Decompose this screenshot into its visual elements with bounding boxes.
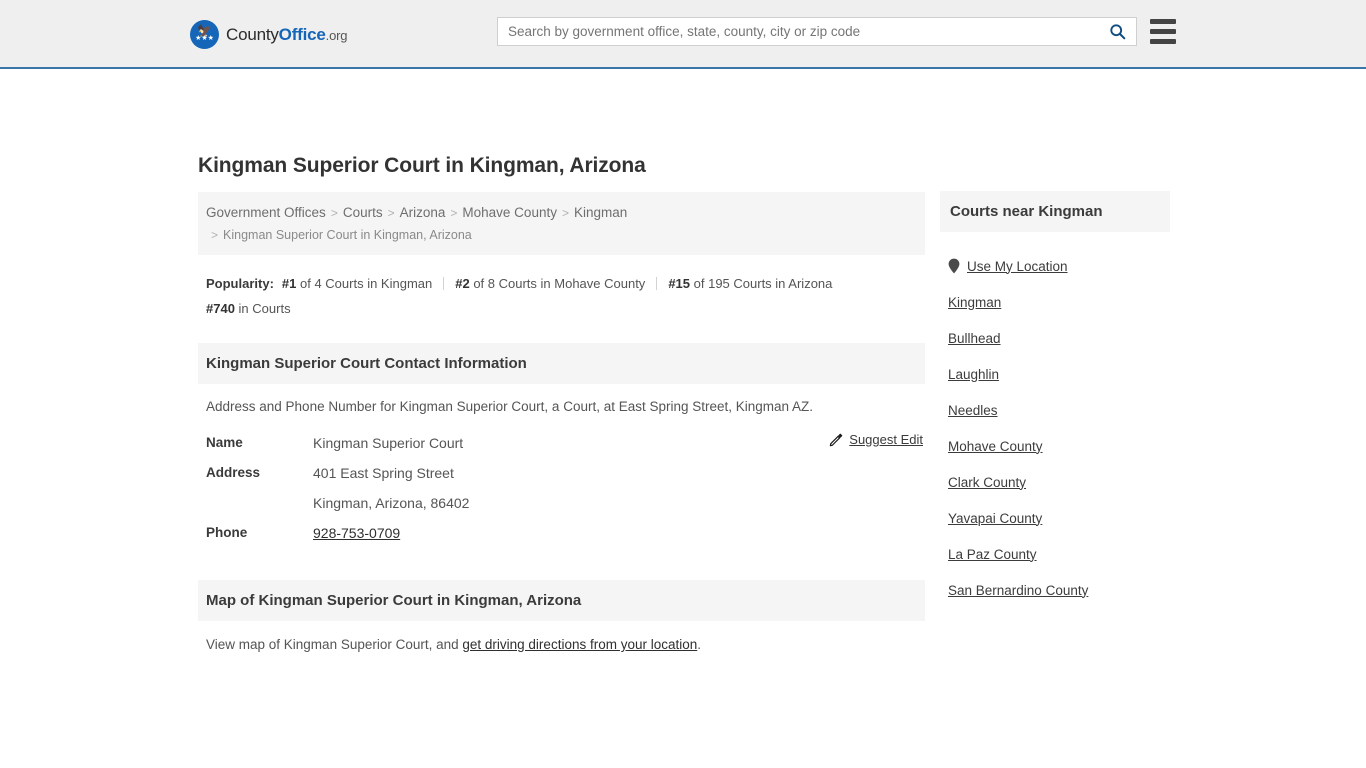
use-my-location-link[interactable]: Use My Location xyxy=(967,259,1068,274)
search-bar[interactable] xyxy=(497,17,1137,46)
site-header: 🦅 ★★★ CountyOffice.org xyxy=(0,0,1366,69)
table-row: Phone 928-753-0709 xyxy=(206,518,925,548)
detail-value-name: Kingman Superior Court xyxy=(313,435,464,451)
sidebar-item-yavapai-county[interactable]: Yavapai County xyxy=(948,500,1170,536)
edit-pencil-icon xyxy=(830,433,843,446)
sidebar-link[interactable]: Bullhead xyxy=(948,331,1001,346)
detail-key-blank xyxy=(206,488,313,518)
breadcrumb-item-kingman[interactable]: Kingman xyxy=(574,205,627,220)
breadcrumb-line-1: Government Offices > Courts > Arizona > Mohave… xyxy=(206,204,627,221)
eagle-seal-icon: 🦅 ★★★ xyxy=(190,20,219,49)
popularity-text-3: of 195 Courts in Arizona xyxy=(693,276,833,291)
breadcrumb-item-government-offices[interactable]: Government Offices xyxy=(206,205,326,220)
suggest-edit-button[interactable]: Suggest Edit xyxy=(829,432,923,447)
popularity-divider xyxy=(443,277,445,290)
sidebar-link[interactable]: San Bernardino County xyxy=(948,583,1088,598)
sidebar: Courts near Kingman Use My Location King… xyxy=(940,191,1170,608)
contact-section-description: Address and Phone Number for Kingman Sup… xyxy=(206,399,814,414)
sidebar-link[interactable]: La Paz County xyxy=(948,547,1037,562)
sidebar-item-san-bernardino-county[interactable]: San Bernardino County xyxy=(948,572,1170,608)
sidebar-item-needles[interactable]: Needles xyxy=(948,392,1170,428)
detail-value-address-line2: Kingman, Arizona, 86402 xyxy=(313,495,470,511)
breadcrumb-item-arizona[interactable]: Arizona xyxy=(400,205,446,220)
main-content: Kingman Superior Court in Kingman, Arizo… xyxy=(198,154,925,652)
detail-value-phone: 928-753-0709 xyxy=(313,518,400,548)
popularity-rank-1: #1 xyxy=(281,276,297,291)
breadcrumb-line-2: > Kingman Superior Court in Kingman, Ariz… xyxy=(206,226,472,243)
popularity-item-1: #1 of 4 Courts in Kingman xyxy=(282,276,432,291)
popularity-divider xyxy=(656,277,658,290)
sidebar-link[interactable]: Mohave County xyxy=(948,439,1043,454)
sidebar-link[interactable]: Needles xyxy=(948,403,998,418)
search-icon xyxy=(1109,24,1125,40)
popularity-text-2: of 8 Courts in Mohave County xyxy=(473,276,646,291)
breadcrumb-separator: > xyxy=(330,206,338,220)
logo-text: CountyOffice.org xyxy=(226,25,347,45)
breadcrumb-item-mohave-county[interactable]: Mohave County xyxy=(462,205,557,220)
site-logo[interactable]: 🦅 ★★★ CountyOffice.org xyxy=(190,20,347,49)
sidebar-item-use-my-location[interactable]: Use My Location xyxy=(948,248,1170,284)
map-desc-after: . xyxy=(697,637,702,652)
menu-bar-3 xyxy=(1150,39,1176,44)
popularity-label: Popularity: xyxy=(206,276,274,291)
sidebar-item-bullhead[interactable]: Bullhead xyxy=(948,320,1170,356)
search-input[interactable] xyxy=(498,18,1098,45)
popularity-rank-2: #2 xyxy=(455,276,470,291)
map-section-description: View map of Kingman Superior Court, and … xyxy=(198,637,925,652)
logo-text-office: Office xyxy=(278,24,326,44)
logo-text-org: .org xyxy=(325,27,348,43)
search-button[interactable] xyxy=(1098,18,1136,45)
sidebar-item-laughlin[interactable]: Laughlin xyxy=(948,356,1170,392)
sidebar-link[interactable]: Kingman xyxy=(948,295,1001,310)
phone-link[interactable]: 928-753-0709 xyxy=(313,525,400,541)
popularity-bar: Popularity: #1 of 4 Courts in Kingman #2 o… xyxy=(198,271,925,321)
sidebar-item-la-paz-county[interactable]: La Paz County xyxy=(948,536,1170,572)
popularity-rank-4: #740 xyxy=(206,301,235,316)
popularity-text-4: in Courts xyxy=(238,301,291,316)
table-row: Kingman, Arizona, 86402 xyxy=(206,488,925,518)
driving-directions-link[interactable]: get driving directions from your locatio… xyxy=(462,637,697,652)
breadcrumb-item-courts[interactable]: Courts xyxy=(343,205,383,220)
breadcrumb-current: Kingman Superior Court in Kingman, Arizo… xyxy=(223,228,472,242)
table-row: Address 401 East Spring Street xyxy=(206,458,925,488)
menu-bar-1 xyxy=(1150,19,1176,24)
breadcrumb-separator: > xyxy=(561,206,569,220)
menu-bar-2 xyxy=(1150,29,1176,34)
breadcrumb-separator: > xyxy=(211,228,219,242)
page-title: Kingman Superior Court in Kingman, Arizo… xyxy=(198,154,646,177)
sidebar-link[interactable]: Laughlin xyxy=(948,367,999,382)
breadcrumb-separator: > xyxy=(387,206,395,220)
detail-value-address-line1: 401 East Spring Street xyxy=(313,465,454,481)
popularity-item-2: #2 of 8 Courts in Mohave County xyxy=(455,276,645,291)
popularity-text-1: of 4 Courts in Kingman xyxy=(300,276,433,291)
sidebar-heading: Courts near Kingman xyxy=(940,191,1170,232)
map-pin-icon xyxy=(948,258,960,274)
contact-detail-table: Name Kingman Superior Court Address 401 … xyxy=(198,428,925,548)
popularity-item-3: #15 of 195 Courts in Arizona xyxy=(668,276,832,291)
logo-text-county: County xyxy=(226,24,279,44)
sidebar-item-kingman[interactable]: Kingman xyxy=(948,284,1170,320)
sidebar-link[interactable]: Clark County xyxy=(948,475,1026,490)
sidebar-item-clark-county[interactable]: Clark County xyxy=(948,464,1170,500)
detail-key-name: Name xyxy=(206,435,243,450)
map-desc-before: View map of Kingman Superior Court, and xyxy=(206,637,463,652)
contact-section-heading: Kingman Superior Court Contact Informati… xyxy=(198,343,925,384)
map-section-heading: Map of Kingman Superior Court in Kingman… xyxy=(198,580,925,621)
popularity-item-4: #740 in Courts xyxy=(206,301,291,316)
hamburger-menu-icon[interactable] xyxy=(1150,19,1176,44)
sidebar-item-mohave-county[interactable]: Mohave County xyxy=(948,428,1170,464)
breadcrumb: Government Offices > Courts > Arizona > Mohave… xyxy=(198,192,925,255)
breadcrumb-separator: > xyxy=(450,206,458,220)
sidebar-link[interactable]: Yavapai County xyxy=(948,511,1042,526)
detail-key-address: Address xyxy=(206,465,261,480)
detail-key-phone: Phone xyxy=(206,525,248,540)
table-row: Name Kingman Superior Court xyxy=(206,428,925,458)
popularity-rank-3: #15 xyxy=(668,276,691,291)
suggest-edit-label: Suggest Edit xyxy=(849,432,923,447)
sidebar-list: Use My Location Kingman Bullhead Laughli… xyxy=(940,248,1170,608)
